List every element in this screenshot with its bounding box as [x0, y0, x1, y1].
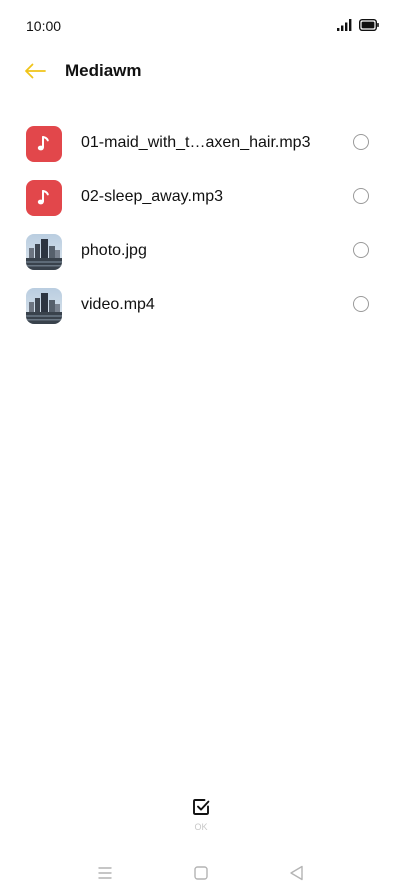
- file-name: 01-maid_with_t…axen_hair.mp3: [81, 134, 311, 151]
- select-radio[interactable]: [353, 242, 369, 258]
- signal-icon: [337, 19, 352, 31]
- file-name: video.mp4: [81, 296, 155, 313]
- ok-button[interactable]: OK: [176, 795, 226, 837]
- menu-icon[interactable]: [94, 862, 116, 884]
- music-note-icon: [26, 180, 62, 216]
- file-row-photo[interactable]: photo.jpg: [0, 225, 403, 279]
- file-name: 02-sleep_away.mp3: [81, 188, 224, 205]
- music-note-icon: [26, 126, 62, 162]
- navigation-bar: [0, 852, 403, 896]
- header: Mediawm: [0, 52, 403, 92]
- file-row-audio-2[interactable]: 02-sleep_away.mp3: [0, 171, 403, 225]
- file-row-video[interactable]: video.mp4: [0, 279, 403, 333]
- checkbox-check-icon: [193, 799, 210, 815]
- status-bar: 10:00: [0, 0, 403, 52]
- back-triangle-icon[interactable]: [286, 862, 308, 884]
- status-time: 10:00: [26, 18, 62, 34]
- image-thumbnail: [26, 234, 62, 270]
- ok-label: OK: [194, 822, 208, 832]
- select-radio[interactable]: [353, 296, 369, 312]
- file-name: photo.jpg: [81, 242, 147, 259]
- file-row-audio-1[interactable]: 01-maid_with_t…axen_hair.mp3: [0, 117, 403, 171]
- back-button[interactable]: [20, 58, 50, 84]
- battery-icon: [359, 19, 379, 31]
- arrow-left-icon: [25, 63, 46, 79]
- select-radio[interactable]: [353, 134, 369, 150]
- home-square-icon[interactable]: [190, 862, 212, 884]
- page-title: Mediawm: [65, 61, 142, 80]
- video-thumbnail: [26, 288, 62, 324]
- file-list: 01-maid_with_t…axen_hair.mp3 02-sleep_aw…: [0, 117, 403, 333]
- select-radio[interactable]: [353, 188, 369, 204]
